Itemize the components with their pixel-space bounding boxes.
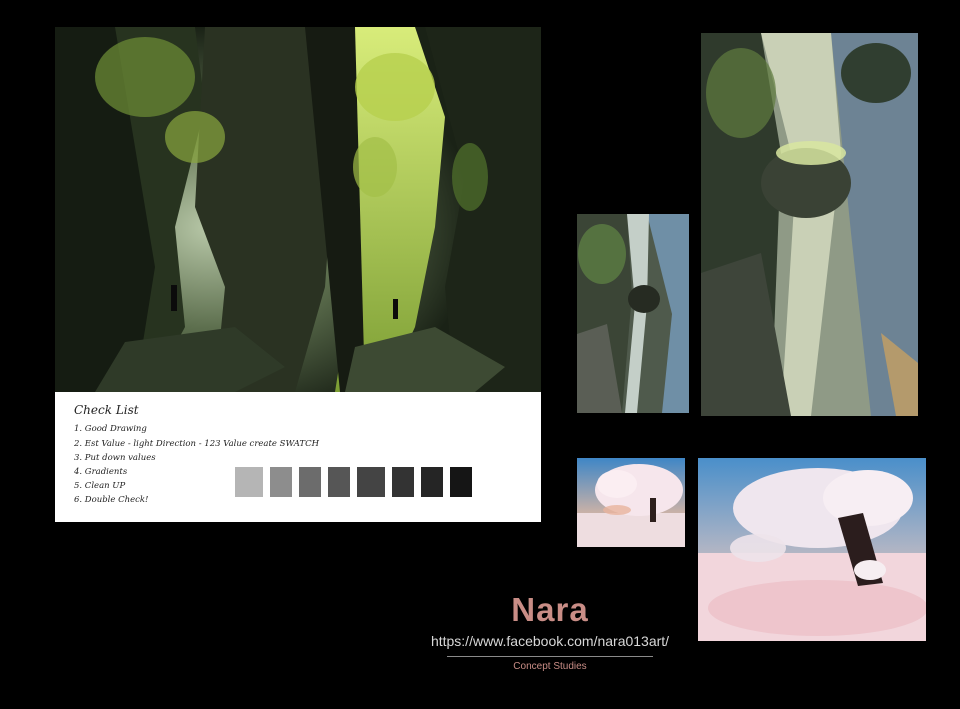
- snow-tree-study-painting: [698, 458, 926, 641]
- checklist-item: 5. Clean UP: [74, 481, 126, 491]
- value-swatch: [392, 467, 414, 497]
- snow-tree-reference-photo: [577, 458, 685, 547]
- checklist-panel: Check List 1. Good Drawing 2. Est Value …: [55, 392, 541, 522]
- checklist-item: 3. Put down values: [74, 453, 156, 463]
- artist-name: Nara: [511, 591, 589, 628]
- checklist-item: 6. Double Check!: [74, 495, 149, 505]
- canyon-study-painting: [701, 33, 918, 416]
- value-swatch: [270, 467, 292, 497]
- canyon-reference-photo: [577, 214, 689, 413]
- value-swatch: [357, 467, 385, 497]
- value-swatch: [450, 467, 472, 497]
- value-swatch: [421, 467, 443, 497]
- checklist-item: 4. Gradients: [74, 467, 128, 477]
- main-canyon-painting: [55, 27, 541, 392]
- checklist-item: 2. Est Value - light Direction - 123 Val…: [74, 439, 320, 449]
- value-swatch: [328, 467, 350, 497]
- tagline: Concept Studies: [513, 661, 587, 672]
- value-swatch-row: [235, 467, 472, 497]
- divider: [447, 656, 653, 657]
- checklist-item: 1. Good Drawing: [74, 424, 147, 434]
- value-swatch: [299, 467, 321, 497]
- value-swatch: [235, 467, 263, 497]
- checklist-title: Check List: [74, 403, 139, 417]
- facebook-url-link[interactable]: https://www.facebook.com/nara013art/: [430, 632, 670, 650]
- artist-branding: Nara https://www.facebook.com/nara013art…: [430, 590, 670, 673]
